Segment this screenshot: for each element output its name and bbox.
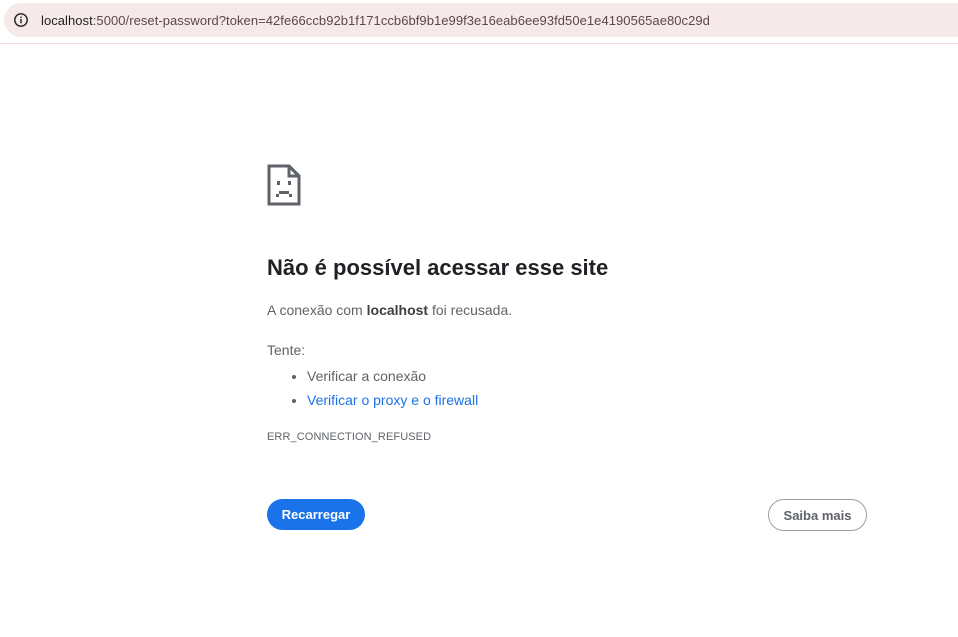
desc-prefix: A conexão com (267, 302, 367, 318)
learn-more-button[interactable]: Saiba mais (768, 499, 867, 531)
address-bar[interactable]: localhost:5000/reset-password?token=42fe… (4, 3, 958, 37)
suggestion-check-proxy-link[interactable]: Verificar o proxy e o firewall (307, 392, 478, 408)
error-code: ERR_CONNECTION_REFUSED (267, 431, 432, 443)
sad-page-icon (267, 164, 301, 206)
desc-host: localhost (366, 302, 429, 318)
browser-toolbar: localhost:5000/reset-password?token=42fe… (0, 0, 958, 44)
suggestion-item: Verificar a conexão (307, 364, 478, 388)
suggestion-item: Verificar o proxy e o firewall (307, 388, 478, 412)
suggestion-list: Verificar a conexão Verificar o proxy e … (267, 364, 478, 412)
suggestion-check-connection: Verificar a conexão (307, 368, 427, 384)
desc-suffix: foi recusada. (428, 302, 513, 318)
error-description: A conexão com localhost foi recusada. (267, 302, 512, 318)
page-title: Não é possível acessar esse site (267, 255, 609, 280)
url-host: localhost (41, 12, 93, 28)
url-text[interactable]: localhost:5000/reset-password?token=42fe… (41, 13, 710, 28)
reload-button[interactable]: Recarregar (267, 499, 365, 530)
info-icon[interactable] (4, 3, 38, 37)
url-path: :5000/reset-password?token=42fe66ccb92b1… (92, 12, 710, 28)
try-label: Tente: (267, 342, 306, 358)
